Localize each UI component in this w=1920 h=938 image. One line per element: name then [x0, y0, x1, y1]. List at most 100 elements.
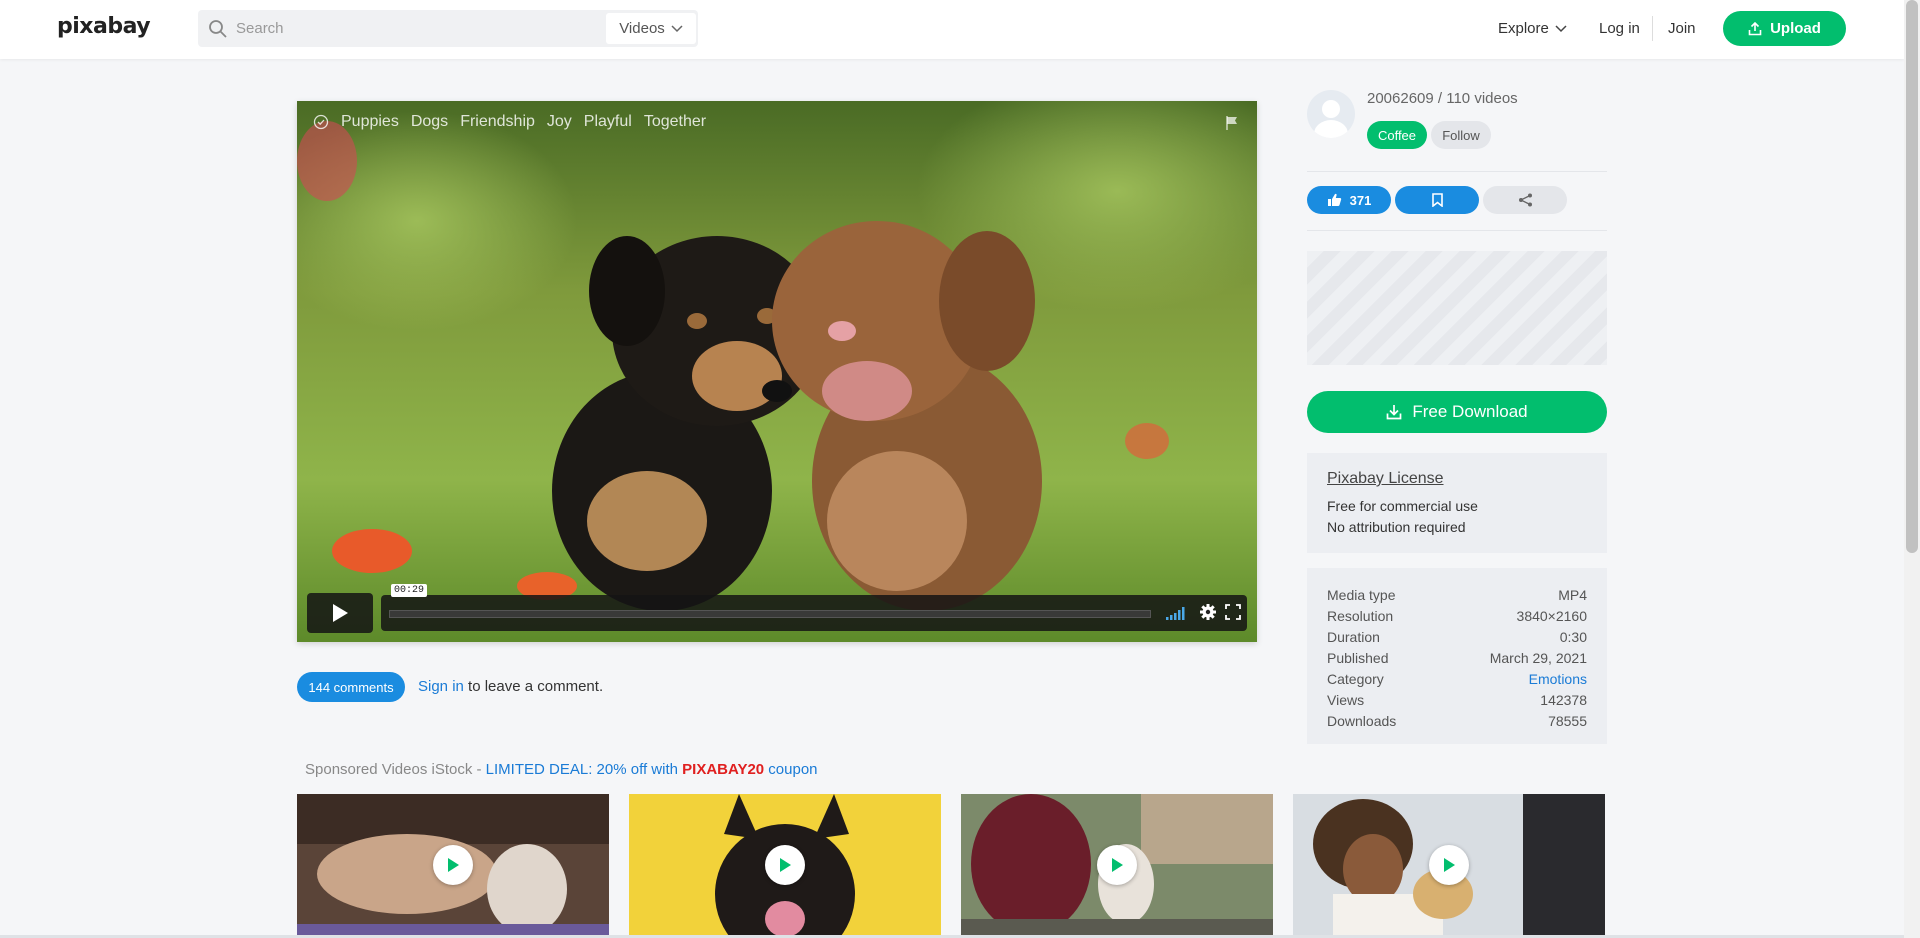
info-value: MP4	[1558, 586, 1587, 603]
play-icon	[333, 604, 348, 622]
video-player[interactable]: Puppies Dogs Friendship Joy Playful Toge…	[297, 101, 1257, 642]
like-button[interactable]: 371	[1307, 186, 1391, 214]
play-icon	[448, 858, 459, 872]
free-download-button[interactable]: Free Download	[1307, 391, 1607, 433]
sponsored-video-thumb[interactable]	[961, 794, 1273, 938]
comments-count-button[interactable]: 144 comments	[297, 672, 405, 702]
tag-link[interactable]: Playful	[584, 113, 632, 131]
info-label: Resolution	[1327, 607, 1394, 624]
info-row: Category Emotions	[1327, 668, 1587, 689]
tag-link[interactable]: Joy	[547, 113, 572, 131]
video-controls: 00:29	[307, 584, 1247, 633]
tag-link[interactable]: Puppies	[341, 113, 399, 131]
signin-link[interactable]: Sign in	[418, 678, 464, 695]
info-row: Downloads 78555	[1327, 710, 1587, 731]
play-button[interactable]	[1429, 845, 1469, 885]
sponsored-video-thumb[interactable]	[629, 794, 941, 938]
info-row: Published March 29, 2021	[1327, 647, 1587, 668]
progress-container	[381, 595, 1247, 631]
upload-label: Upload	[1770, 20, 1821, 37]
ad-placeholder	[1307, 251, 1607, 365]
download-icon	[1387, 405, 1402, 420]
license-link[interactable]: Pixabay License	[1327, 470, 1587, 488]
deal-suffix: coupon	[764, 761, 818, 778]
upload-button[interactable]: Upload	[1723, 11, 1846, 46]
progress-bar[interactable]	[389, 610, 1151, 618]
video-tags: Puppies Dogs Friendship Joy Playful Toge…	[313, 113, 706, 131]
info-label: Views	[1327, 691, 1365, 708]
play-button[interactable]	[307, 593, 373, 633]
volume-icon[interactable]	[1165, 605, 1187, 621]
comment-prompt-text: to leave a comment.	[463, 678, 604, 695]
search-input[interactable]	[236, 10, 796, 47]
play-button[interactable]	[765, 845, 805, 885]
info-value: March 29, 2021	[1489, 649, 1587, 666]
gear-icon[interactable]	[1199, 603, 1217, 621]
coupon-code: PIXABAY20	[682, 761, 765, 778]
bookmark-button[interactable]	[1395, 186, 1479, 214]
fullscreen-icon[interactable]	[1225, 604, 1241, 620]
info-label: Published	[1327, 649, 1389, 666]
license-box: Pixabay License Free for commercial use …	[1307, 453, 1607, 553]
info-label: Media type	[1327, 586, 1396, 603]
chevron-down-icon	[1555, 24, 1567, 32]
explore-label: Explore	[1498, 20, 1549, 37]
license-line: No attribution required	[1327, 519, 1466, 535]
sponsored-video-thumb[interactable]	[1293, 794, 1605, 938]
user-avatar-icon	[1314, 100, 1348, 138]
info-value: 78555	[1548, 712, 1587, 729]
avatar[interactable]	[1307, 90, 1355, 138]
tag-link[interactable]: Friendship	[460, 113, 535, 131]
play-icon	[1112, 858, 1123, 872]
play-button[interactable]	[1097, 845, 1137, 885]
divider	[1307, 230, 1607, 231]
download-label: Free Download	[1412, 402, 1528, 421]
info-label: Category	[1327, 670, 1384, 687]
tag-link[interactable]: Dogs	[411, 113, 448, 131]
share-button[interactable]	[1483, 186, 1567, 214]
search-type-label: Videos	[619, 20, 665, 37]
like-count: 371	[1349, 192, 1372, 208]
pixabay-logo[interactable]: pixabay	[57, 14, 151, 39]
info-row: Resolution 3840×2160	[1327, 605, 1587, 626]
bookmark-icon	[1431, 193, 1443, 207]
scrollbar-thumb[interactable]	[1906, 0, 1918, 553]
flag-icon[interactable]	[1225, 115, 1239, 131]
info-label: Downloads	[1327, 712, 1397, 729]
info-row: Media type MP4	[1327, 584, 1587, 605]
comment-prompt: Sign in to leave a comment.	[418, 678, 603, 695]
sponsored-line: Sponsored Videos iStock - LIMITED DEAL: …	[305, 761, 818, 778]
user-info[interactable]: 20062609 / 110 videos	[1367, 90, 1518, 107]
deal-text: LIMITED DEAL: 20% off with	[485, 761, 683, 778]
info-value: 3840×2160	[1516, 607, 1587, 624]
info-value: 0:30	[1559, 628, 1587, 645]
search-type-select[interactable]: Videos	[606, 13, 696, 44]
search-bar: Videos	[198, 10, 796, 47]
play-icon	[1444, 858, 1455, 872]
share-icon	[1518, 193, 1532, 207]
play-button[interactable]	[433, 845, 473, 885]
check-circle-icon	[313, 114, 329, 130]
join-link[interactable]: Join	[1668, 10, 1696, 47]
search-icon[interactable]	[208, 19, 228, 39]
info-row: Duration 0:30	[1327, 626, 1587, 647]
login-link[interactable]: Log in	[1599, 10, 1640, 47]
explore-menu[interactable]: Explore	[1498, 10, 1567, 47]
divider	[1307, 171, 1607, 172]
sponsored-video-thumb[interactable]	[297, 794, 609, 938]
category-link[interactable]: Emotions	[1529, 671, 1587, 687]
info-row: Views 142378	[1327, 689, 1587, 710]
coffee-button[interactable]: Coffee	[1367, 121, 1427, 149]
video-frame-puppies	[297, 101, 1257, 642]
info-label: Duration	[1327, 628, 1380, 645]
license-line: Free for commercial use	[1327, 498, 1478, 514]
follow-button[interactable]: Follow	[1431, 121, 1491, 149]
play-icon	[780, 858, 791, 872]
time-tooltip: 00:29	[391, 584, 428, 597]
deal-link[interactable]: LIMITED DEAL: 20% off with PIXABAY20 cou…	[486, 761, 818, 778]
media-info-box: Media type MP4 Resolution 3840×2160 Dura…	[1307, 568, 1607, 744]
nav-divider	[1652, 16, 1653, 41]
upload-icon	[1748, 21, 1762, 35]
thumbs-up-icon	[1327, 193, 1341, 206]
tag-link[interactable]: Together	[644, 113, 706, 131]
